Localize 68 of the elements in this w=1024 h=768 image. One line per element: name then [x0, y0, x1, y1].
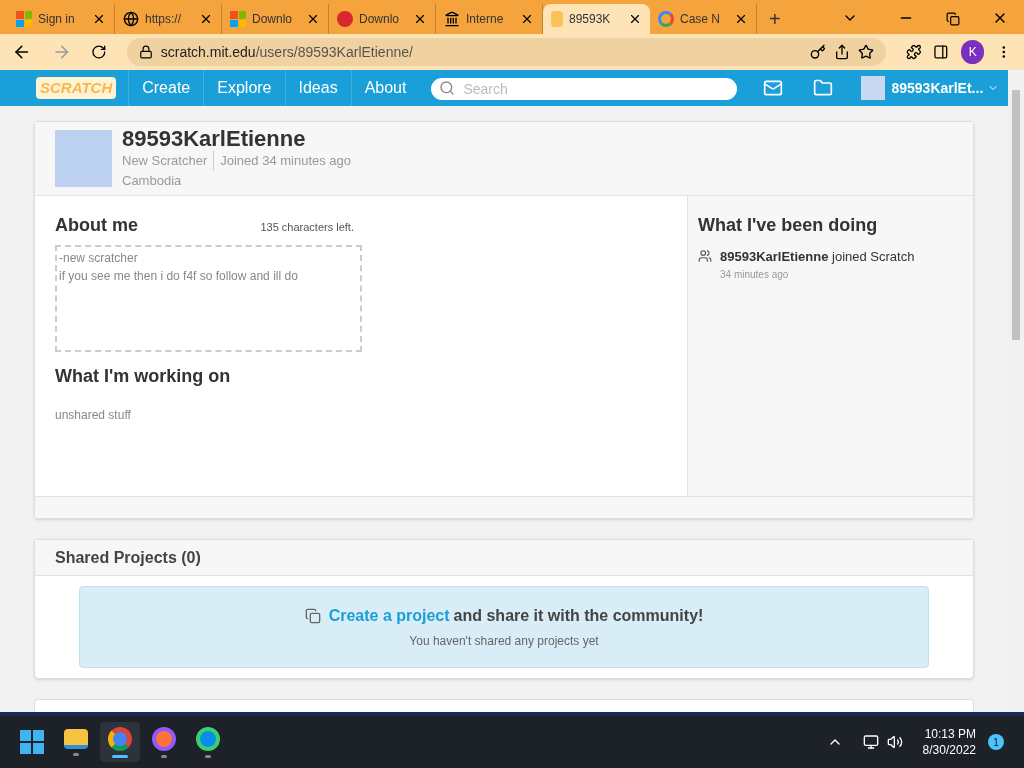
- key-icon[interactable]: [809, 44, 826, 60]
- browser-tab[interactable]: 89593K: [543, 4, 650, 34]
- avatar-placeholder: [55, 130, 112, 187]
- tab-title: Downlo: [252, 11, 294, 28]
- new-tab-button[interactable]: +: [757, 4, 793, 34]
- share-prompt: and share it with the community!: [453, 606, 704, 626]
- clock-date[interactable]: 8/30/2022: [922, 742, 976, 758]
- close-icon[interactable]: [199, 12, 213, 26]
- folder-icon: [64, 728, 88, 749]
- empty-note: You haven't shared any projects yet: [409, 633, 599, 650]
- working-on-text: unshared stuff: [55, 407, 132, 424]
- tab-title: Sign in: [38, 11, 76, 28]
- network-icon[interactable]: [862, 734, 879, 750]
- taskbar-app[interactable]: [100, 722, 140, 762]
- rank-label: New Scratcher: [122, 151, 215, 171]
- search-icon: [439, 80, 456, 96]
- m-logo-icon: [337, 11, 353, 27]
- address-bar[interactable]: scratch.mit.edu/users/89593KarlEtienne/: [126, 38, 886, 66]
- projects-icon: [304, 608, 321, 624]
- chrome-icon: [108, 726, 132, 751]
- clock-time[interactable]: 10:13 PM: [924, 726, 976, 742]
- close-icon[interactable]: [92, 12, 106, 26]
- volume-icon[interactable]: [886, 734, 903, 750]
- close-icon[interactable]: [734, 12, 748, 26]
- windows-logo-icon: [16, 11, 32, 27]
- lock-icon: [138, 45, 153, 59]
- about-heading: About me: [55, 214, 138, 237]
- start-icon[interactable]: [20, 730, 44, 754]
- activity-time: 34 minutes ago: [720, 267, 790, 282]
- search-field[interactable]: Search: [431, 78, 738, 100]
- profile-avatar[interactable]: K: [960, 40, 985, 64]
- tab-title: Downlo: [359, 11, 401, 28]
- activity-action: joined Scratch: [832, 249, 915, 264]
- windows-logo-icon: [230, 11, 246, 27]
- side-panel-icon[interactable]: [933, 44, 949, 60]
- profile-username: 89593KarlEtienne: [122, 127, 307, 151]
- url-host: scratch.mit.edu: [160, 42, 256, 62]
- bookmark-star-icon[interactable]: [857, 44, 874, 60]
- cat-logo-icon: [551, 11, 563, 27]
- characters-left: 135 characters left.: [260, 219, 354, 235]
- reload-icon[interactable]: [91, 44, 107, 60]
- tab-title: https://: [145, 11, 183, 28]
- tab-title: Case N: [680, 11, 721, 28]
- close-icon[interactable]: [413, 12, 427, 26]
- tab-title: 89593K: [569, 11, 612, 28]
- shared-projects-heading: Shared Projects (0): [55, 547, 201, 568]
- firefox-icon: [152, 726, 176, 751]
- close-icon[interactable]: [520, 12, 534, 26]
- country-label: Cambodia: [122, 171, 183, 190]
- building-icon: [444, 11, 460, 27]
- edge-icon: [196, 726, 220, 751]
- close-icon[interactable]: [306, 12, 320, 26]
- activity-heading: What I've been doing: [698, 214, 879, 237]
- restore-icon[interactable]: [946, 12, 960, 26]
- about-me-field[interactable]: -new scratcher if you see me then i do f4f so follow and ill do: [55, 245, 362, 352]
- globe-icon: [123, 11, 139, 27]
- close-icon[interactable]: [628, 12, 642, 26]
- notification-badge[interactable]: 1: [988, 734, 1004, 750]
- extensions-icon[interactable]: [905, 44, 922, 60]
- working-on-heading: What I'm working on: [55, 365, 232, 388]
- folder-icon[interactable]: [813, 78, 834, 98]
- share-icon[interactable]: [833, 44, 850, 60]
- joined-label: Joined 34 minutes ago: [219, 152, 352, 170]
- activity-user[interactable]: 89593KarlEtienne: [720, 249, 829, 264]
- url-path: /users/89593KarlEtienne/: [255, 42, 413, 62]
- tab-title: Interne: [466, 11, 505, 28]
- g-logo-icon: [658, 11, 674, 27]
- users-icon: [698, 249, 712, 263]
